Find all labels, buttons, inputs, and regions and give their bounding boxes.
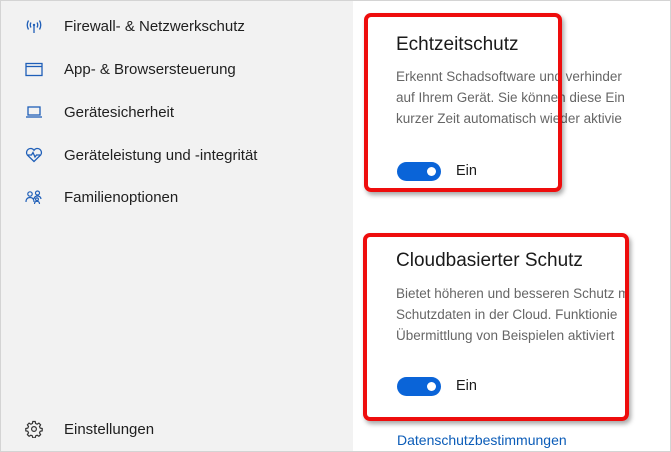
description-line: Übermittlung von Beispielen aktiviert bbox=[396, 328, 615, 343]
sidebar-item-settings[interactable]: Einstellungen bbox=[1, 409, 353, 449]
sidebar: Firewall- & Netzwerkschutz App- & Browse… bbox=[1, 1, 353, 451]
sidebar-item-label: Familienoptionen bbox=[64, 188, 179, 206]
sidebar-item-label: App- & Browsersteuerung bbox=[64, 60, 236, 78]
sidebar-item-label: Einstellungen bbox=[64, 420, 155, 438]
sidebar-item-label: Firewall- & Netzwerkschutz bbox=[64, 17, 245, 35]
toggle-knob bbox=[427, 167, 436, 176]
main-content: Echtzeitschutz Erkennt Schadsoftware und… bbox=[353, 1, 670, 451]
description-line: Erkennt Schadsoftware und verhinder bbox=[396, 69, 622, 84]
sidebar-item-firewall[interactable]: Firewall- & Netzwerkschutz bbox=[1, 6, 353, 46]
description-line: auf Ihrem Gerät. Sie können diese Ein bbox=[396, 90, 625, 105]
realtime-protection-title: Echtzeitschutz bbox=[396, 34, 519, 55]
realtime-protection-toggle[interactable] bbox=[397, 162, 441, 181]
privacy-link[interactable]: Datenschutzbestimmungen bbox=[397, 432, 567, 448]
sidebar-item-label: Gerätesicherheit bbox=[64, 103, 175, 121]
cloud-protection-description: Bietet höheren und besseren Schutz m Sch… bbox=[396, 283, 670, 346]
sidebar-item-family[interactable]: Familienoptionen bbox=[1, 177, 353, 217]
sidebar-item-label: Geräteleistung und -integrität bbox=[64, 146, 258, 164]
heart-pulse-icon bbox=[25, 146, 43, 164]
cloud-protection-title: Cloudbasierter Schutz bbox=[396, 250, 583, 271]
sidebar-item-device-security[interactable]: Gerätesicherheit bbox=[1, 92, 353, 132]
description-line: kurzer Zeit automatisch wieder aktivie bbox=[396, 111, 622, 126]
description-line: Bietet höheren und besseren Schutz m bbox=[396, 286, 630, 301]
cloud-toggle-state: Ein bbox=[456, 378, 477, 394]
gear-icon bbox=[25, 420, 43, 438]
description-line: Schutzdaten in der Cloud. Funktionie bbox=[396, 307, 618, 322]
sidebar-item-device-performance[interactable]: Geräteleistung und -integrität bbox=[1, 135, 353, 175]
wifi-antenna-icon bbox=[25, 17, 43, 35]
cloud-protection-toggle[interactable] bbox=[397, 377, 441, 396]
realtime-protection-description: Erkennt Schadsoftware und verhinder auf … bbox=[396, 66, 670, 129]
sidebar-item-app-browser[interactable]: App- & Browsersteuerung bbox=[1, 49, 353, 89]
toggle-knob bbox=[427, 382, 436, 391]
family-icon bbox=[25, 188, 43, 206]
realtime-toggle-state: Ein bbox=[456, 163, 477, 179]
browser-window-icon bbox=[25, 60, 43, 78]
app-window: Firewall- & Netzwerkschutz App- & Browse… bbox=[0, 0, 671, 452]
laptop-icon bbox=[25, 103, 43, 121]
